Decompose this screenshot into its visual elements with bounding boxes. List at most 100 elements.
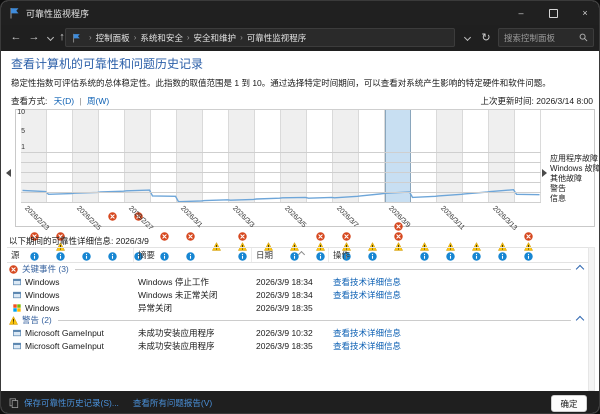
breadcrumb[interactable]: › 控制面板 › 系统和安全 › 安全和维护 › 可靠性监视程序 <box>65 28 455 47</box>
page-title: 查看计算机的可靠性和问题历史记录 <box>11 57 204 71</box>
breadcrumb-item[interactable]: 系统和安全 <box>140 32 183 44</box>
group-label: 关键事件 (3) <box>22 264 69 274</box>
chart-day-column[interactable] <box>515 109 541 203</box>
chart-day-column[interactable] <box>73 109 99 203</box>
table-scrollbar[interactable] <box>588 247 595 391</box>
event-summary: Windows 未正常关闭 <box>138 289 218 300</box>
chart-day-column[interactable] <box>47 109 73 203</box>
chart-gridline <box>21 202 541 203</box>
event-date: 2026/3/9 18:35 <box>256 340 313 351</box>
group-divider <box>57 319 571 321</box>
chart-gridline <box>21 109 541 110</box>
table-row[interactable]: Windows 异常关闭 2026/3/9 18:35 <box>7 301 589 314</box>
save-history-link[interactable]: 保存可靠性历史记录(S)... <box>24 397 119 409</box>
chart-day-column[interactable] <box>463 109 489 203</box>
y-axis-tick-label: 5 <box>21 128 25 136</box>
group-divider <box>74 268 571 270</box>
column-header-4[interactable]: 操作 <box>329 248 589 262</box>
view-by-label: 查看方式: <box>11 96 48 106</box>
reliability-details-table: 源摘要 日期 操作 关键事件 (3) Windows Windows 停止工作 2026/3… <box>7 247 589 352</box>
chart-day-column[interactable] <box>203 109 229 203</box>
collapse-group-icon[interactable] <box>575 315 585 325</box>
breadcrumb-separator: › <box>240 33 243 42</box>
breadcrumb-item[interactable]: 控制面板 <box>96 32 130 44</box>
address-dropdown-button[interactable] <box>458 28 476 47</box>
error-icon[interactable] <box>185 231 195 241</box>
error-icon[interactable] <box>159 231 169 241</box>
chart-day-column[interactable] <box>333 109 359 203</box>
search-input[interactable]: 搜索控制面板 <box>498 28 594 47</box>
event-source: Windows <box>25 289 60 300</box>
chart-day-column[interactable] <box>489 109 515 203</box>
chart-day-column[interactable] <box>437 109 463 203</box>
breadcrumb-separator: › <box>186 33 190 42</box>
column-header-2[interactable]: 摘要 <box>134 248 252 262</box>
chart-gridline <box>21 192 541 193</box>
search-icon <box>579 33 588 42</box>
breadcrumb-item[interactable]: 安全和维护 <box>194 32 237 44</box>
error-icon[interactable] <box>315 231 325 241</box>
breadcrumb-separator: › <box>133 33 137 42</box>
table-row[interactable]: Windows Windows 停止工作 2026/3/9 18:34 查看技术详细信… <box>7 275 589 288</box>
last-update-label: 上次更新时间: 2026/3/14 8:00 <box>480 96 593 106</box>
breadcrumb-separator: › <box>89 33 92 42</box>
page-description: 稳定性指数可评估系统的总体稳定性。此指数的取值范围是 1 到 10。通过选择特定… <box>11 78 551 88</box>
y-axis-tick-label: 1 <box>21 144 25 151</box>
windows-logo-icon <box>13 303 21 312</box>
ok-button[interactable]: 确定 <box>551 395 587 412</box>
chart-scroll-right-icon[interactable] <box>542 169 547 177</box>
breadcrumb-item[interactable]: 可靠性监视程序 <box>247 32 307 44</box>
minimize-button[interactable]: – <box>505 1 537 25</box>
error-icon[interactable] <box>237 231 247 241</box>
event-summary: 未成功安装应用程序 <box>138 340 215 351</box>
title-bar: 可靠性监视程序 – × <box>1 1 599 25</box>
error-icon[interactable] <box>393 231 403 241</box>
table-row[interactable]: Microsoft GameInput 未成功安装应用程序 2026/3/9 18:… <box>7 339 589 352</box>
column-header-3[interactable]: 日期 <box>252 248 329 262</box>
chart-day-column[interactable] <box>177 109 203 203</box>
chart-day-column[interactable] <box>229 109 255 203</box>
navigation-toolbar: ← → ↑ › 控制面板 › 系统和安全 › 安全和维护 › 可靠性监视程序 ↻ 搜索控制面… <box>1 25 599 51</box>
chart-day-column[interactable] <box>99 109 125 203</box>
chart-day-column[interactable] <box>151 109 177 203</box>
sort-ascending-icon <box>297 250 306 258</box>
event-summary: Windows 停止工作 <box>138 276 209 287</box>
column-header-1[interactable]: 源 <box>7 248 134 262</box>
view-technical-details-link[interactable]: 查看技术详细信息 <box>333 341 401 351</box>
event-summary: 未成功安装应用程序 <box>138 327 215 338</box>
error-icon[interactable] <box>341 231 351 241</box>
error-icon[interactable] <box>523 231 533 241</box>
chart-day-column[interactable] <box>255 109 281 203</box>
refresh-button[interactable]: ↻ <box>477 28 495 47</box>
table-group-row[interactable]: 警告 (2) <box>7 314 589 326</box>
view-technical-details-link[interactable]: 查看技术详细信息 <box>333 290 401 300</box>
collapse-group-icon[interactable] <box>575 264 585 274</box>
address-flag-icon <box>73 33 80 42</box>
table-group-row[interactable]: 关键事件 (3) <box>7 263 589 275</box>
chart-gridline <box>21 172 541 173</box>
chart-scroll-left-icon[interactable] <box>6 169 11 177</box>
view-all-problem-reports-link[interactable]: 查看所有问题报告(V) <box>133 397 212 409</box>
close-button[interactable]: × <box>569 1 599 25</box>
event-summary: 异常关闭 <box>138 302 173 313</box>
reliability-flag-icon <box>10 8 19 19</box>
chart-day-column-selected[interactable] <box>385 109 411 203</box>
chart-day-column[interactable] <box>411 109 437 203</box>
chart-day-column[interactable] <box>307 109 333 203</box>
view-by-week-link[interactable]: 周(W) <box>87 96 109 106</box>
table-row[interactable]: Windows Windows 未正常关闭 2026/3/9 18:34 查看技术详细… <box>7 288 589 301</box>
view-technical-details-link[interactable]: 查看技术详细信息 <box>333 328 401 338</box>
table-row[interactable]: Microsoft GameInput 未成功安装应用程序 2026/3/9 10:… <box>7 326 589 339</box>
chart-day-column[interactable] <box>281 109 307 203</box>
view-technical-details-link[interactable]: 查看技术详细信息 <box>333 277 401 287</box>
chart-gridline <box>21 152 541 153</box>
view-by-day-link[interactable]: 天(D) <box>54 96 74 106</box>
event-date: 2026/3/9 18:34 <box>256 289 313 300</box>
back-button[interactable]: ← <box>7 28 25 46</box>
chart-day-column[interactable] <box>359 109 385 203</box>
chart-day-column[interactable] <box>125 109 151 203</box>
chart-day-column[interactable] <box>21 109 47 203</box>
maximize-button[interactable] <box>537 1 569 25</box>
error-icon[interactable] <box>107 211 117 221</box>
chart-row-label-info: 信息 <box>550 194 566 203</box>
